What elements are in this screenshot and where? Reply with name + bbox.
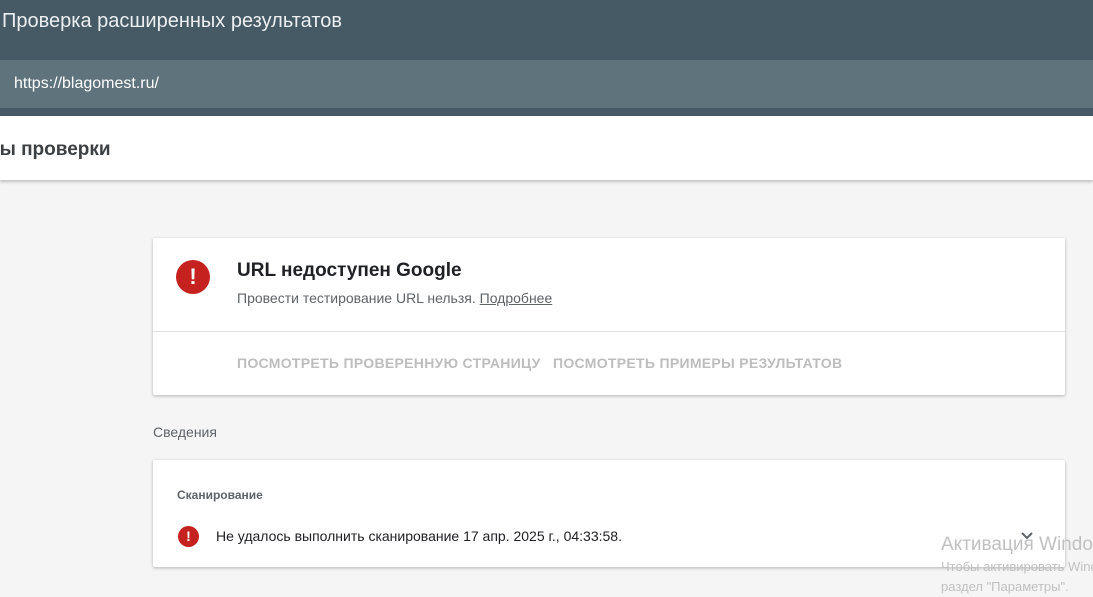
view-result-examples-button[interactable]: ПОСМОТРЕТЬ ПРИМЕРЫ РЕЗУЛЬТАТОВ bbox=[553, 354, 842, 372]
error-icon: ! bbox=[176, 260, 210, 294]
app-title: Проверка расширенных результатов bbox=[2, 10, 343, 32]
error-icon: ! bbox=[178, 526, 199, 547]
watermark-line: Чтобы активировать Windows, перейдите в bbox=[941, 559, 1093, 574]
url-text[interactable]: https://blagomest.ru/ bbox=[14, 74, 159, 94]
status-title: URL недоступен Google bbox=[237, 260, 462, 281]
watermark-title: Активация Windows bbox=[941, 534, 1093, 555]
details-card: Сканирование ! Не удалось выполнить скан… bbox=[153, 460, 1065, 567]
status-description: Провести тестирование URL нельзя. Подроб… bbox=[237, 289, 552, 307]
scan-message: Не удалось выполнить сканирование 17 апр… bbox=[216, 528, 622, 544]
url-bar[interactable]: https://blagomest.ru/ bbox=[0, 60, 1093, 108]
watermark-line: раздел "Параметры". bbox=[941, 579, 1069, 594]
windows-activation-watermark: Активация Windows Чтобы активировать Win… bbox=[941, 533, 1093, 597]
results-header: ультаты проверки bbox=[0, 116, 1093, 180]
view-tested-page-button[interactable]: ПОСМОТРЕТЬ ПРОВЕРЕННУЮ СТРАНИЦУ bbox=[237, 354, 541, 372]
details-section-label: Сведения bbox=[153, 424, 217, 440]
scan-label: Сканирование bbox=[177, 488, 263, 502]
card-divider bbox=[153, 331, 1065, 332]
app-bar: Проверка расширенных результатов https:/… bbox=[0, 0, 1093, 116]
status-card: ! URL недоступен Google Провести тестиро… bbox=[153, 238, 1065, 395]
status-description-text: Провести тестирование URL нельзя. bbox=[237, 290, 476, 306]
more-info-link[interactable]: Подробнее bbox=[480, 290, 553, 306]
results-title: ультаты проверки bbox=[0, 139, 111, 160]
